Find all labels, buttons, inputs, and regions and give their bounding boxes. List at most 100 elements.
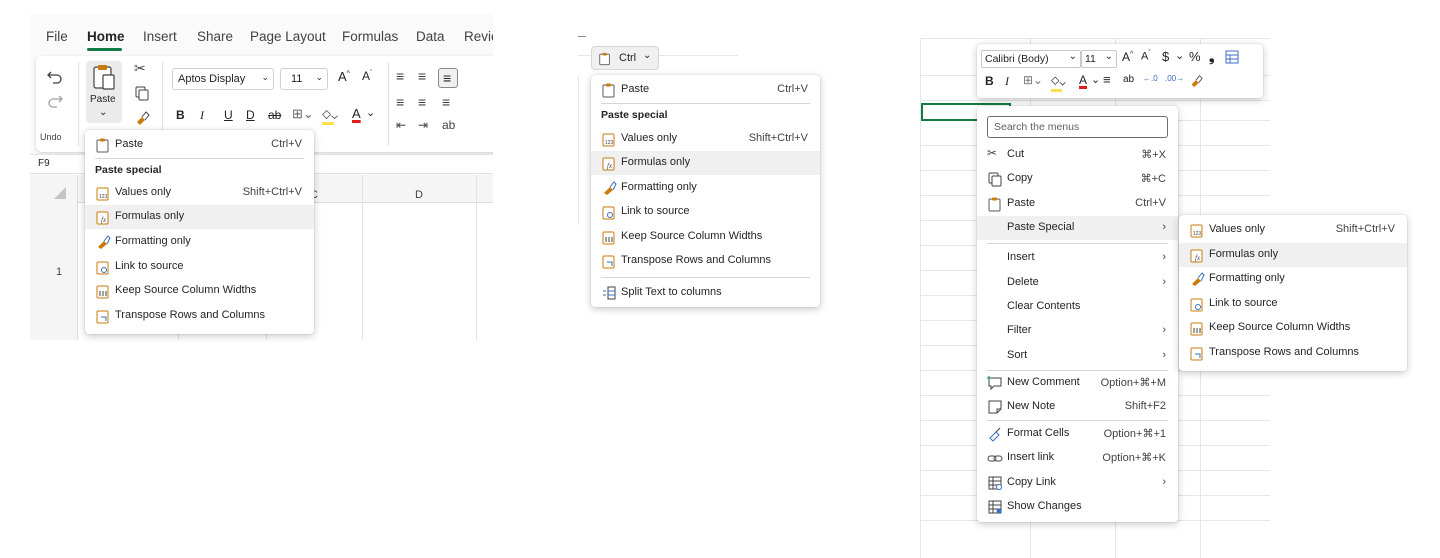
column-header-d[interactable]: D <box>415 189 423 201</box>
menu-item-delete[interactable]: Delete › <box>977 271 1178 295</box>
align-middle-icon[interactable]: ≡ <box>418 68 426 84</box>
font-name-select[interactable]: Aptos Display ⌄ <box>172 68 274 90</box>
wrap-text-icon[interactable]: ab <box>1123 74 1134 85</box>
copy-icon[interactable] <box>134 85 150 101</box>
paste-dropdown-chevron-icon[interactable]: ⌄ <box>99 107 107 118</box>
decrease-indent-icon[interactable]: ⇤ <box>396 118 406 132</box>
menu-item-formulas-only[interactable]: fx Formulas only <box>85 205 314 229</box>
align-left-icon[interactable]: ≡ <box>396 94 404 110</box>
tab-share[interactable]: Share <box>197 29 233 44</box>
menu-item-filter[interactable]: Filter › <box>977 319 1178 343</box>
menu-item-keep-widths[interactable]: Keep Source Column Widths <box>1179 316 1407 340</box>
menu-item-transpose[interactable]: Transpose Rows and Columns <box>1179 341 1407 365</box>
menu-item-values-only[interactable]: 123 Values only Shift+Ctrl+V <box>1179 218 1407 242</box>
menu-item-paste[interactable]: Paste Ctrl+V <box>977 192 1178 216</box>
italic-icon[interactable]: I <box>200 108 204 123</box>
menu-item-keep-widths[interactable]: Keep Source Column Widths <box>591 225 820 249</box>
menu-item-link-to-source[interactable]: Link to source <box>85 255 314 279</box>
fill-color-icon[interactable]: ⬦⌄ <box>322 106 338 122</box>
chevron-down-icon[interactable]: ⌄ <box>1175 49 1184 62</box>
font-color-icon[interactable]: A <box>1079 73 1087 87</box>
menu-item-formulas-only[interactable]: fx Formulas only <box>1179 243 1407 267</box>
font-size-select[interactable]: 11 ⌄ <box>280 68 328 90</box>
align-right-icon[interactable]: ≡ <box>442 94 450 110</box>
select-all-corner-icon[interactable] <box>52 185 68 201</box>
menu-item-sort[interactable]: Sort › <box>977 344 1178 368</box>
menu-item-format-cells[interactable]: Format Cells Option+⌘+1 <box>977 422 1178 446</box>
double-underline-icon[interactable]: D <box>246 108 255 122</box>
currency-icon[interactable]: $ <box>1162 49 1169 64</box>
menu-item-insert-link[interactable]: Insert link Option+⌘+K <box>977 446 1178 470</box>
format-painter-icon[interactable] <box>134 110 150 126</box>
chevron-down-icon[interactable]: ⌄ <box>1091 73 1100 86</box>
borders-icon[interactable]: ⊞⌄ <box>292 106 314 122</box>
row-header-1[interactable]: 1 <box>56 266 62 278</box>
decrease-decimal-icon[interactable]: .00→ <box>1165 74 1184 83</box>
fill-color-icon[interactable]: ⬦⌄ <box>1051 73 1066 88</box>
increase-font-icon[interactable]: A^ <box>338 69 350 84</box>
menu-item-show-changes[interactable]: Show Changes <box>977 495 1178 519</box>
menu-item-transpose[interactable]: Transpose Rows and Columns <box>85 304 314 328</box>
chevron-down-icon[interactable]: ⌄ <box>366 106 375 119</box>
strikethrough-icon[interactable]: ab <box>268 108 281 122</box>
tab-home[interactable]: Home <box>87 29 125 44</box>
bold-icon[interactable]: B <box>176 108 185 122</box>
increase-decimal-icon[interactable]: ←.0 <box>1143 74 1158 83</box>
menu-item-keep-widths[interactable]: Keep Source Column Widths <box>85 279 314 303</box>
format-painter-icon[interactable] <box>1189 74 1203 88</box>
menu-item-new-comment[interactable]: New Comment Option+⌘+M <box>977 371 1178 395</box>
menu-item-paste[interactable]: Paste Ctrl+V <box>85 133 314 157</box>
font-name-select[interactable]: Calibri (Body) ⌄ <box>981 50 1081 68</box>
chevron-right-icon: › <box>1162 349 1166 361</box>
menu-item-split-text[interactable]: Split Text to columns <box>591 281 820 305</box>
font-size-select[interactable]: 11 ⌄ <box>1081 50 1117 68</box>
menu-item-transpose[interactable]: Transpose Rows and Columns <box>591 249 820 273</box>
tab-review[interactable]: Revie <box>464 29 493 44</box>
align-bottom-button[interactable]: ≡ <box>438 68 458 88</box>
tab-insert[interactable]: Insert <box>143 29 177 44</box>
decrease-font-icon[interactable]: Aˇ <box>1141 50 1151 63</box>
underline-icon[interactable]: U <box>224 108 233 122</box>
paste-button[interactable]: Paste ⌄ <box>86 61 122 123</box>
font-color-icon[interactable]: A <box>352 106 361 121</box>
orientation-icon[interactable]: ab <box>442 118 455 132</box>
increase-indent-icon[interactable]: ⇥ <box>418 118 428 132</box>
menu-item-values-only[interactable]: 123 Values only Shift+Ctrl+V <box>85 181 314 205</box>
tab-file[interactable]: File <box>46 29 68 44</box>
align-center-icon[interactable]: ≡ <box>418 94 426 110</box>
tab-data[interactable]: Data <box>416 29 445 44</box>
menu-item-formatting-only[interactable]: Formatting only <box>85 230 314 254</box>
tab-formulas[interactable]: Formulas <box>342 29 398 44</box>
cut-icon[interactable]: ✂ <box>134 60 146 77</box>
name-box[interactable]: F9 <box>38 158 50 169</box>
menu-item-copy[interactable]: Copy ⌘+C <box>977 167 1178 191</box>
menu-item-new-note[interactable]: New Note Shift+F2 <box>977 395 1178 419</box>
menu-item-formatting-only[interactable]: Formatting only <box>591 176 820 200</box>
menu-item-paste-special[interactable]: Paste Special › <box>977 216 1178 240</box>
bold-icon[interactable]: B <box>985 74 994 88</box>
menu-item-link-to-source[interactable]: Link to source <box>1179 292 1407 316</box>
decrease-font-icon[interactable]: Aˇ <box>362 69 372 83</box>
menu-item-values-only[interactable]: 123 Values only Shift+Ctrl+V <box>591 127 820 151</box>
align-center-icon[interactable]: ≡ <box>1103 72 1111 87</box>
table-format-icon[interactable] <box>1225 50 1239 64</box>
increase-font-icon[interactable]: A^ <box>1122 50 1133 64</box>
menu-item-insert[interactable]: Insert › <box>977 246 1178 270</box>
menu-item-cut[interactable]: ✂ Cut ⌘+X <box>977 143 1178 167</box>
comma-style-icon[interactable]: ❟ <box>1209 48 1215 65</box>
search-menus-input[interactable]: Search the menus <box>987 116 1168 138</box>
paste-options-ctrl-button[interactable]: Ctrl ⌄ <box>591 46 659 70</box>
align-top-icon[interactable]: ≡ <box>396 68 404 84</box>
borders-icon[interactable]: ⊞⌄ <box>1023 73 1043 87</box>
redo-icon[interactable] <box>46 92 64 110</box>
undo-icon[interactable] <box>46 68 64 86</box>
menu-item-formulas-only[interactable]: fx Formulas only <box>591 151 820 175</box>
percent-icon[interactable]: % <box>1189 49 1201 64</box>
menu-item-link-to-source[interactable]: Link to source <box>591 200 820 224</box>
menu-item-copy-link[interactable]: Copy Link › <box>977 471 1178 495</box>
menu-item-paste[interactable]: Paste Ctrl+V <box>591 78 820 102</box>
tab-page-layout[interactable]: Page Layout <box>250 29 326 44</box>
menu-item-formatting-only[interactable]: Formatting only <box>1179 267 1407 291</box>
italic-icon[interactable]: I <box>1005 74 1009 89</box>
menu-item-clear-contents[interactable]: Clear Contents <box>977 295 1178 319</box>
